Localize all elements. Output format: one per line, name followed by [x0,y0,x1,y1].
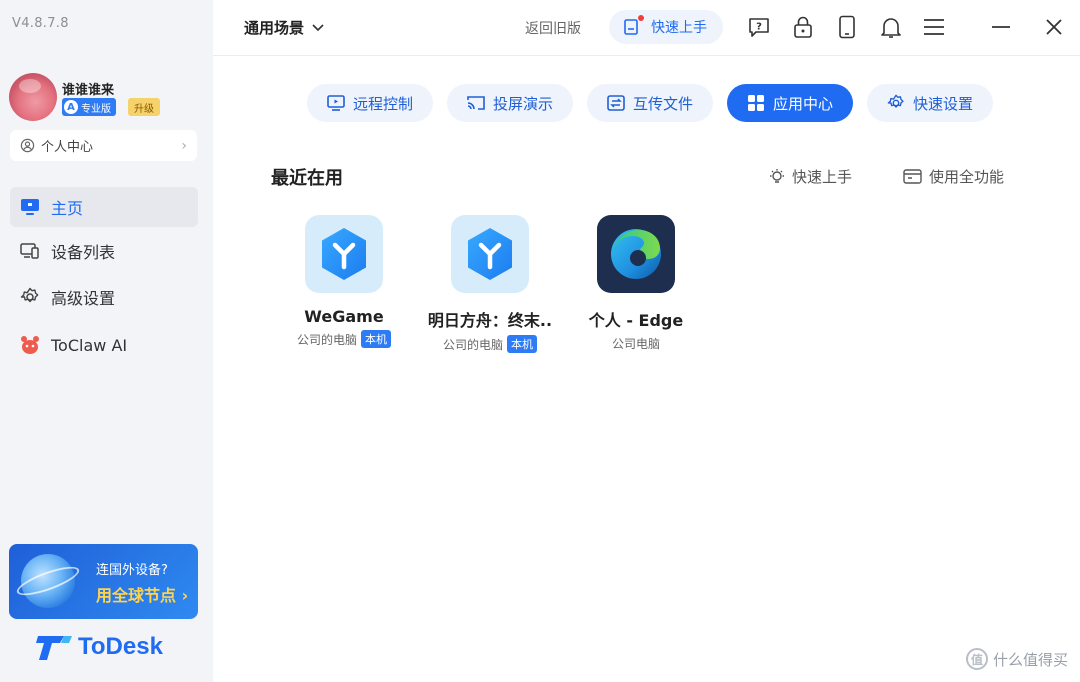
recent-app-item[interactable]: 明日方舟：终末.. 公司的电脑 本机 [410,215,570,353]
devices-icon [19,240,41,262]
scene-selector[interactable]: 通用场景 [244,17,324,38]
tab-screen-cast[interactable]: 投屏演示 [447,84,573,122]
tab-file-transfer[interactable]: 互传文件 [587,84,713,122]
brand-name: ToDesk [78,633,163,660]
bulb-icon [770,168,784,183]
plan-badge-label: 专业版 [81,103,111,115]
minimize-icon[interactable] [988,14,1014,40]
app-device-info: 公司的电脑 本机 [443,335,537,353]
app-device: 公司电脑 [611,337,660,351]
help-icon[interactable]: ? [746,14,772,40]
app-name: 明日方舟：终末.. [427,311,553,330]
sidebar-item-label: ToClaw AI [51,335,128,355]
tab-app-center[interactable]: 应用中心 [727,84,853,122]
gear-icon [19,286,41,308]
app-name: WeGame [304,307,384,326]
app-device-info: 公司电脑 [612,335,660,352]
sidebar-item-label: 设备列表 [51,243,116,262]
todesk-app-icon [305,215,383,293]
tab-remote-control[interactable]: 远程控制 [307,84,433,122]
menu-icon[interactable] [921,14,947,40]
personal-center-button[interactable]: 个人中心 › [10,130,197,161]
svg-text:?: ? [756,22,762,33]
personal-center-label: 个人中心 [41,140,94,155]
sidebar-item-advanced-settings[interactable]: 高级设置 [10,277,198,317]
watermark: 值 什么值得买 [965,648,1068,670]
user-icon [20,138,35,153]
sidebar-item-home[interactable]: 主页 [10,187,198,227]
bell-icon[interactable] [878,14,904,40]
global-node-promo-banner[interactable]: 连国外设备? 用全球节点 › [9,544,198,619]
version-label: V4.8.7.8 [12,16,69,31]
app-device-info: 公司的电脑 本机 [297,330,391,348]
full-features-link-label: 使用全功能 [929,168,1005,186]
sidebar-item-label: 高级设置 [51,289,116,308]
chevron-down-icon [312,23,324,31]
username: 谁谁谁来 [62,83,115,98]
plan-badge: A 专业版 [62,98,116,116]
tab-label: 快速设置 [912,94,973,113]
watermark-text: 什么值得买 [992,650,1068,669]
window-icon [903,168,922,184]
recent-app-item[interactable]: WeGame 公司的电脑 本机 [264,215,424,348]
chevron-right-icon: › [181,137,187,154]
promo-line1: 连国外设备? [96,563,168,578]
lock-icon[interactable] [790,14,816,40]
notification-dot [638,15,644,21]
todesk-app-icon [451,215,529,293]
quick-start-link-label: 快速上手 [792,168,853,186]
gear-icon [887,94,905,112]
local-badge: 本机 [507,335,537,353]
recent-section-title: 最近在用 [271,168,343,189]
app-device: 公司的电脑 [296,332,357,347]
back-to-old-version-link[interactable]: 返回旧版 [525,18,581,38]
phone-icon[interactable] [834,14,860,40]
tab-label: 远程控制 [352,94,413,113]
guide-book-icon [623,15,644,36]
promo-line2: 用全球节点 › [96,586,189,605]
edge-icon [597,215,675,293]
file-transfer-icon [607,94,625,112]
upgrade-button[interactable]: 升级 [128,98,160,116]
close-icon[interactable] [1041,14,1067,40]
claw-ai-icon [19,334,41,356]
watermark-logo-icon: 值 [965,648,988,670]
full-features-link[interactable]: 使用全功能 [903,166,1004,187]
cast-icon [467,94,485,112]
monitor-icon [19,196,41,218]
quick-start-label: 快速上手 [651,20,707,36]
tab-label: 应用中心 [772,94,833,113]
quick-start-link[interactable]: 快速上手 [768,166,852,187]
recent-app-item[interactable]: 个人 - Edge 公司电脑 [556,215,716,352]
quick-start-button[interactable]: 快速上手 [609,10,723,44]
sidebar: V4.8.7.8 谁谁谁来 A 专业版 升级 个人中心 › 主页 设备列表 高级… [0,0,213,682]
tab-label: 投屏演示 [492,94,553,113]
sidebar-item-devices[interactable]: 设备列表 [10,231,198,271]
scene-label: 通用场景 [244,19,305,37]
top-bar: 通用场景 返回旧版 快速上手 ? [213,0,1080,56]
remote-control-icon [327,94,345,112]
todesk-logo-icon [36,632,72,662]
brand-logo: ToDesk [36,632,163,662]
app-grid-icon [747,94,765,112]
tab-label: 互传文件 [632,94,693,113]
pro-icon: A [64,100,78,114]
app-device: 公司的电脑 [442,337,503,352]
sidebar-item-label: 主页 [51,199,84,218]
local-badge: 本机 [361,330,391,348]
app-name: 个人 - Edge [588,311,684,330]
avatar[interactable] [9,73,57,121]
sidebar-item-toclaw-ai[interactable]: ToClaw AI [10,325,198,365]
tab-quick-settings[interactable]: 快速设置 [867,84,993,122]
